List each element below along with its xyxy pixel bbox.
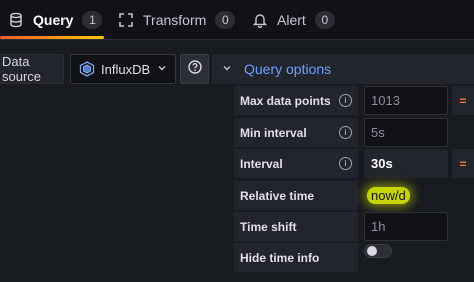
tab-query[interactable]: Query 1 [8,0,103,40]
tab-alert[interactable]: Alert 0 [252,0,335,40]
min-interval-input[interactable]: 5s [364,118,448,147]
hide-time-info-toggle[interactable] [364,244,392,258]
min-interval-label: Min interval i [234,118,358,147]
interval-value: 30s [364,149,448,178]
info-icon[interactable]: i [339,157,352,170]
help-button[interactable] [180,54,209,84]
max-data-points-equals-indicator: = [452,86,474,115]
interval-label: Interval i [234,149,358,178]
tab-query-label: Query [33,12,74,28]
datasource-picker[interactable]: InfluxDB [70,54,176,84]
info-icon[interactable]: i [339,94,352,107]
bell-icon [252,12,268,28]
active-tab-indicator [0,36,104,39]
tab-transform-label: Transform [143,12,207,28]
max-data-points-input[interactable]: 1013 [364,86,448,115]
tab-alert-label: Alert [277,12,306,28]
database-icon [8,12,24,28]
relative-time-label: Relative time [234,181,358,210]
datasource-label: Data source [0,54,64,84]
chevron-down-icon [157,63,167,76]
info-icon[interactable]: i [339,126,352,139]
time-shift-label: Time shift [234,212,358,241]
query-editor-tabs: Query 1 Transform 0 Alert 0 [0,0,474,40]
time-shift-input[interactable]: 1h [364,212,448,241]
query-options-title: Query options [244,61,332,77]
hide-time-info-label: Hide time info [234,243,358,272]
chevron-down-icon [222,63,232,76]
tab-alert-count: 0 [314,11,335,29]
query-options-toggle[interactable]: Query options [212,54,474,84]
max-data-points-label: Max data points i [234,86,358,115]
influxdb-icon [79,61,95,77]
toggle-knob [367,246,377,256]
question-icon [187,59,202,79]
interval-equals-indicator: = [452,149,474,178]
relative-time-input[interactable]: now/d [364,181,448,210]
tab-transform-count: 0 [215,11,236,29]
relative-time-value: now/d [367,187,410,204]
transform-icon [118,12,134,28]
datasource-name: InfluxDB [101,61,151,77]
tab-query-count: 1 [82,11,103,29]
tab-transform[interactable]: Transform 0 [118,0,236,40]
